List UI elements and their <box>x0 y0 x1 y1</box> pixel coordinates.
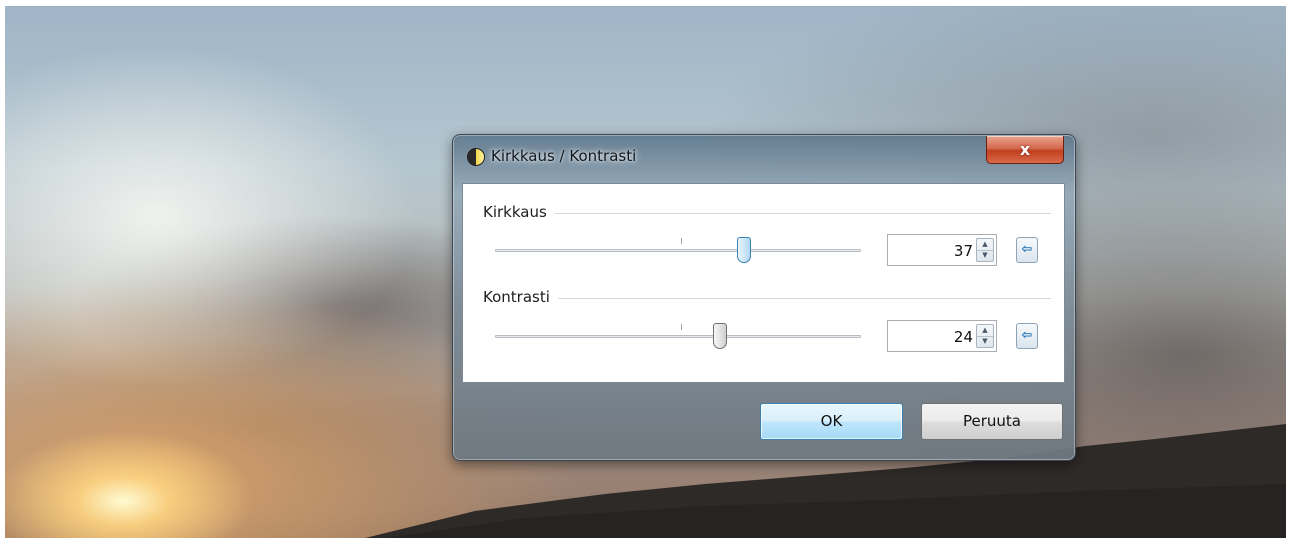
close-icon: x <box>1019 140 1031 159</box>
spin-down-icon[interactable]: ▼ <box>977 250 993 261</box>
brightness-contrast-icon <box>467 148 485 166</box>
brightness-value: 37 <box>953 242 973 260</box>
contrast-reset-button[interactable]: ⇦ <box>1016 323 1038 349</box>
brightness-spinner[interactable]: ▲ ▼ <box>976 238 994 262</box>
brightness-label: Kirkkaus <box>483 203 555 221</box>
contrast-slider-thumb[interactable] <box>713 323 727 349</box>
contrast-value-input[interactable]: 24 ▲ ▼ <box>887 320 997 352</box>
arrow-left-icon: ⇦ <box>1021 328 1033 343</box>
ok-button[interactable]: OK <box>760 403 903 440</box>
brightness-slider-track[interactable] <box>495 249 861 252</box>
arrow-left-icon: ⇦ <box>1021 242 1033 257</box>
contrast-group-divider <box>483 298 1051 299</box>
close-button[interactable]: x <box>986 136 1064 164</box>
brightness-slider-thumb[interactable] <box>737 237 751 263</box>
dialog-title: Kirkkaus / Kontrasti <box>491 147 637 165</box>
brightness-reset-button[interactable]: ⇦ <box>1016 237 1038 263</box>
cancel-button[interactable]: Peruuta <box>921 403 1063 440</box>
contrast-label: Kontrasti <box>483 288 558 306</box>
contrast-slider-track[interactable] <box>495 335 861 338</box>
spin-down-icon[interactable]: ▼ <box>977 336 993 347</box>
brightness-contrast-dialog: Kirkkaus / Kontrasti x Kirkkaus 37 ▲ ▼ ⇦… <box>452 134 1076 461</box>
brightness-value-input[interactable]: 37 ▲ ▼ <box>887 234 997 266</box>
contrast-slider-center-tick <box>681 324 682 330</box>
dialog-content: Kirkkaus 37 ▲ ▼ ⇦ Kontrasti 24 ▲ ▼ ⇦ <box>462 183 1065 383</box>
contrast-value: 24 <box>953 328 973 346</box>
brightness-slider-center-tick <box>681 238 682 244</box>
contrast-spinner[interactable]: ▲ ▼ <box>976 324 994 348</box>
brightness-group-divider <box>483 213 1051 214</box>
